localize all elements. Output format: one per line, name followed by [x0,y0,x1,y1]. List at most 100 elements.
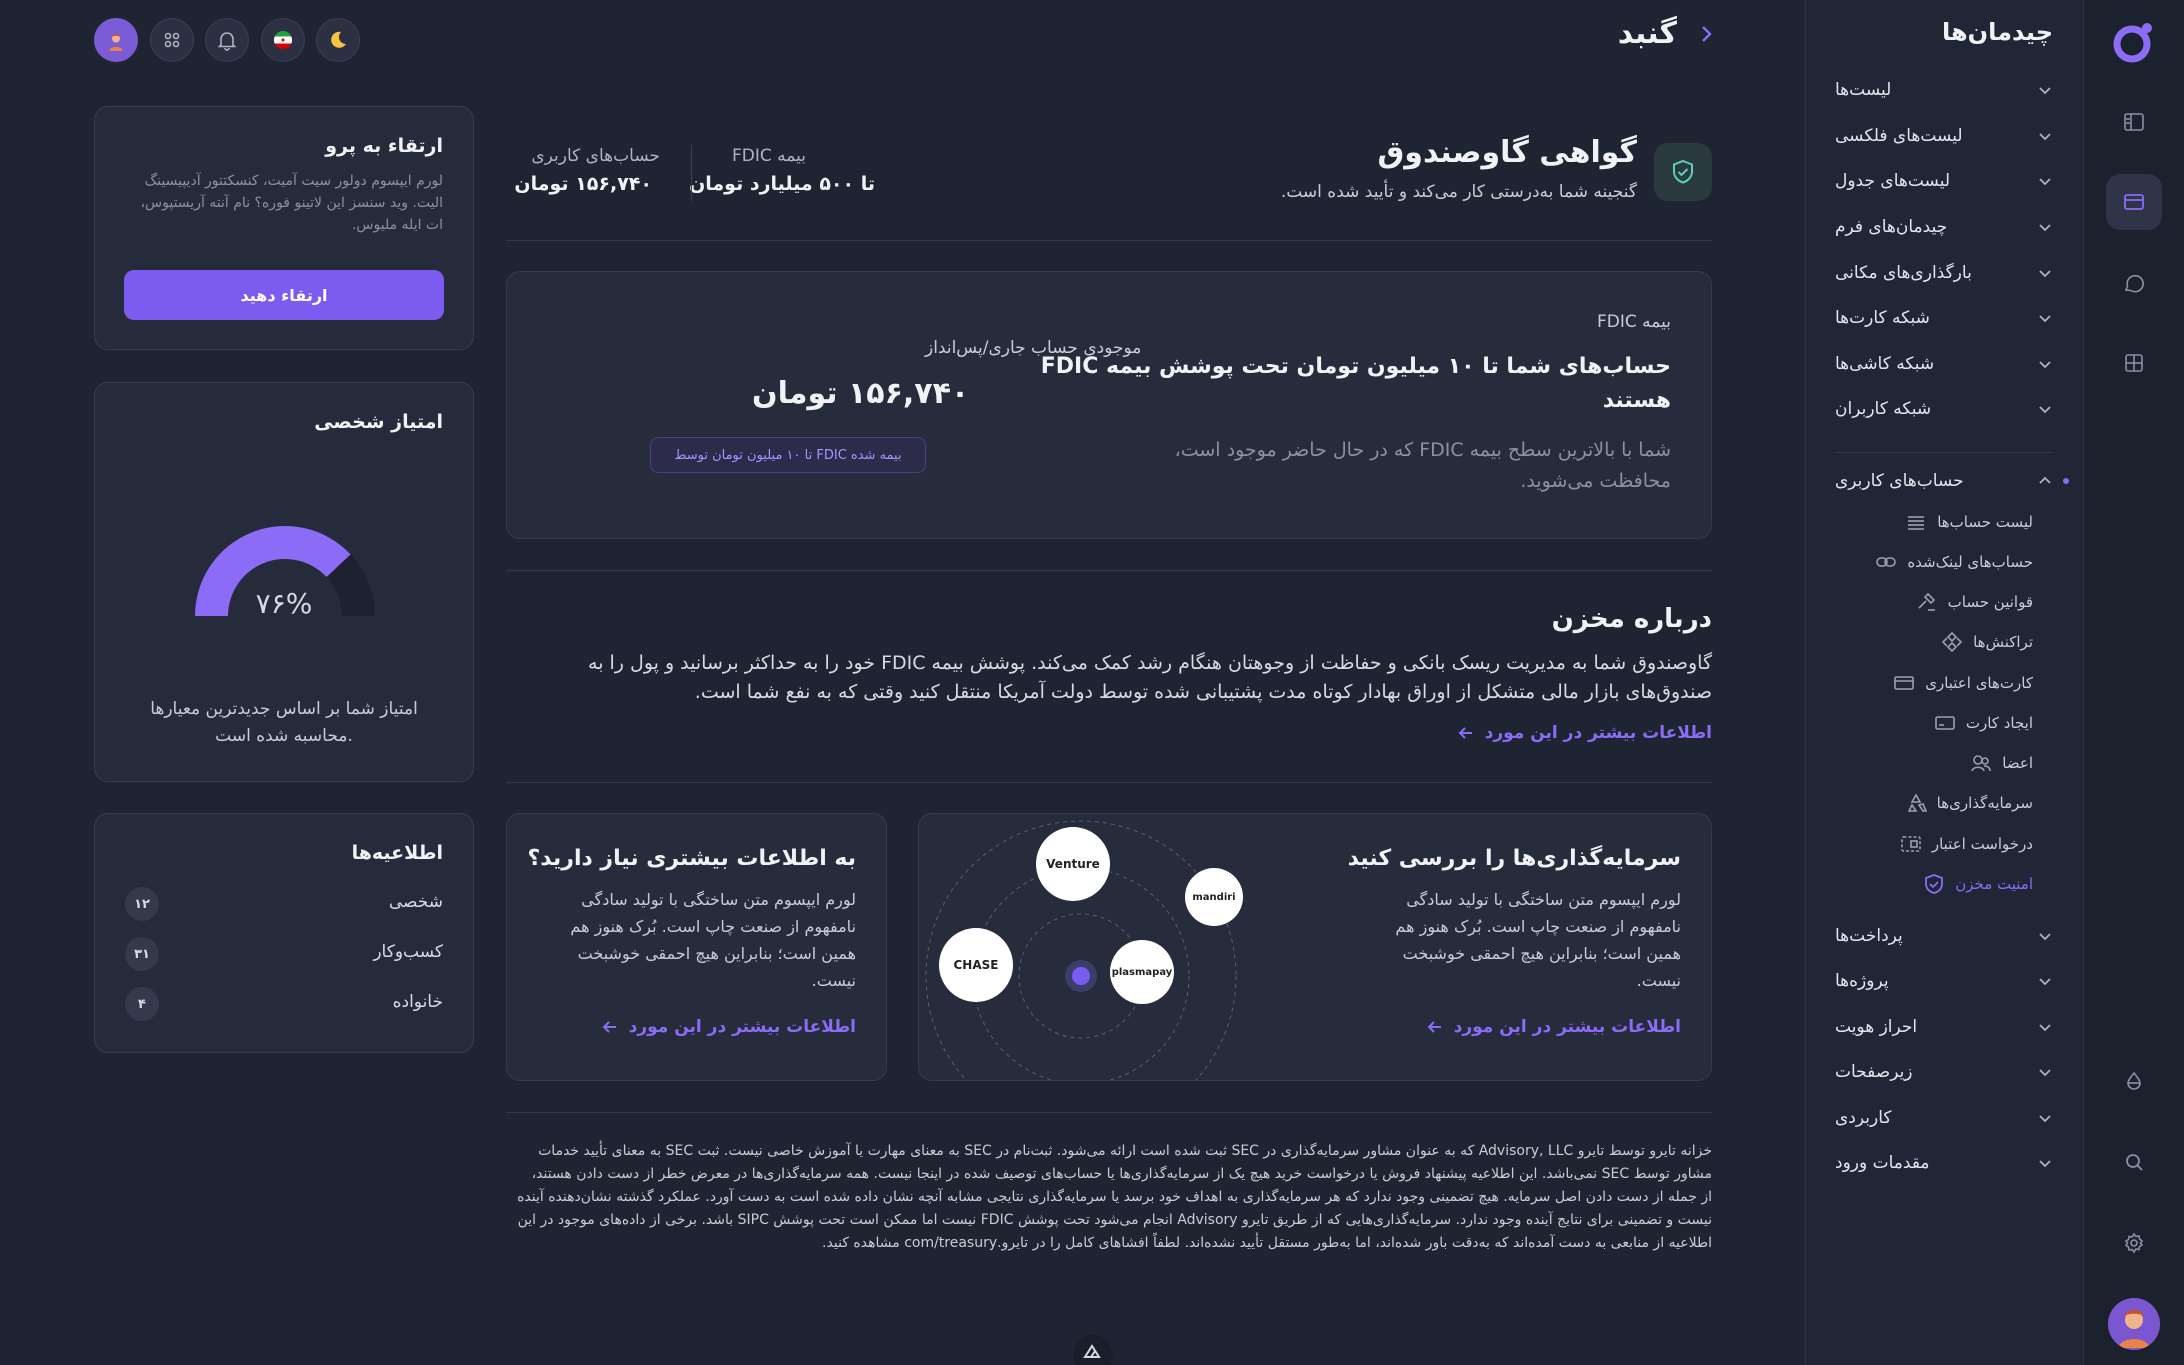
sidebar-item[interactable]: چیدمان‌های فرم [1835,207,2053,247]
sidebar-item[interactable]: کاربردی [1835,1098,2053,1138]
sidebar-subitem[interactable]: قوانین حساب [1916,587,2033,617]
sidebar-subitem[interactable]: کارت‌های اعتباری [1893,668,2033,698]
upgrade-text: الیت. وید سنسز این لاتینو فوره؟ نام آنته… [140,195,443,211]
avatar[interactable] [94,18,138,62]
search-icon[interactable] [2106,1134,2162,1190]
investments-text: همین است؛ بنابراین هیچ احمقی خوشبخت [1402,944,1681,963]
sidebar-item[interactable]: لیست‌ها [1835,70,2053,110]
credit-card-icon [1894,676,1915,690]
about-text-line1: گاوصندوق شما به مدیریت ریسک بانکی و حفاظ… [588,652,1712,674]
sidebar-item[interactable]: لیست‌های فلکسی [1835,116,2053,156]
investments-text: نامفهوم از صنعت چاپ است. بُرک هنوز هم [1395,917,1681,936]
balance-value: ۱۵۶,۷۴۰ تومان [752,376,970,411]
settings-icon[interactable] [2106,1215,2162,1271]
investments-text: نیست. [1636,971,1681,990]
fdic-insurance-label: بیمه FDIC [732,146,806,166]
logo-label: Venture [1046,857,1100,871]
moon-icon[interactable] [316,18,360,62]
upgrade-text: لورم ایپسوم دولور سیت آمیت، کنسکتتور آدی… [144,173,443,189]
certificate-subtitle: گنجینه شما به‌درستی کار می‌کند و تأیید ش… [1280,182,1637,202]
language-flag-icon[interactable] [261,18,305,62]
venture-logo: Venture [1036,827,1110,901]
fdic-desc-line2: محافظت می‌شوید. [1520,470,1671,492]
divider [506,570,1712,571]
disclaimer-text: خزانه تایرو توسط تایرو Advisory, LLC که … [538,1143,1712,1159]
upgrade-title: ارتقاء به پرو [325,135,443,157]
bottom-logo-icon [1073,1335,1113,1365]
more-info-text: همین است؛ بنابراین هیچ احمقی خوشبخت [577,944,856,963]
sidebar-title: چیدمان‌ها [1942,18,2053,46]
sidebar-divider [1835,452,2053,453]
sidebar-item[interactable]: احراز هویت [1835,1007,2053,1047]
sidebar-item[interactable]: زیرصفحات [1835,1052,2053,1092]
disclaimer-text: از جمله از دست دادن اصل سرمایه. هیچ تضمی… [517,1189,1712,1205]
upgrade-card: ارتقاء به پرو لورم ایپسوم دولور سیت آمیت… [94,106,474,350]
sidebar-subitem[interactable]: حساب‌های لینک‌شده [1875,547,2033,577]
more-info-text: نیست. [811,971,856,990]
sidebar-item[interactable]: شبکه کاربران [1835,389,2053,429]
sidebar-item[interactable]: لیست‌های جدول [1835,161,2053,201]
icon-rail [2083,0,2184,1365]
notification-label: شخصی [388,892,443,912]
sidebar-subitem[interactable]: اعضا [1970,748,2033,778]
drop-icon[interactable] [2106,1053,2162,1109]
chevron-down-icon [2039,933,2051,941]
score-title: امتیاز شخصی [314,411,443,433]
fdic-heading-line2: هستند [1602,388,1671,413]
shield-icon [1654,143,1712,201]
sidebar-subitem[interactable]: تراکنش‌ها [1941,627,2033,657]
upgrade-text: ات ایله ملیوس. [351,217,443,233]
page-header: گنبد [1618,16,1717,51]
logo-label: plasmapay [1111,966,1173,978]
sidebar-item[interactable]: مقدمات ورود [1835,1143,2053,1183]
main-content: گنبد گواهی گاوصندوق گنجینه شما به‌درستی … [0,0,1805,1365]
chevron-down-icon [2039,406,2051,414]
grid-icon[interactable] [2106,335,2162,391]
chevron-down-icon [2039,1160,2051,1168]
accounts-label: حساب‌های کاربری [531,146,660,166]
link-icon [1876,557,1897,567]
chevron-down-icon [2039,1069,2051,1077]
notification-count: ۱۲ [125,887,159,921]
sidebar-subitem[interactable]: درخواست اعتبار [1900,829,2033,859]
sidebar-subitem-vault-security[interactable]: امنیت مخزن [1923,869,2033,899]
sidebar-subitem[interactable]: ایجاد کارت [1934,708,2033,738]
investments-title: سرمایه‌گذاری‌ها را بررسی کنید [1347,846,1681,871]
upgrade-button[interactable]: ارتقاء دهید [124,270,444,320]
sidebar-subitem[interactable]: لیست حساب‌ها [1905,507,2033,537]
sidebar-item[interactable]: شبکه کارت‌ها [1835,298,2053,338]
more-info-learn-more-link[interactable]: اطلاعات بیشتر در این مورد [601,1017,856,1037]
investments-learn-more-link[interactable]: اطلاعات بیشتر در این مورد [1426,1017,1681,1037]
layout-icon[interactable] [2106,94,2162,150]
plasmapay-logo: plasmapay [1110,940,1174,1004]
user-avatar[interactable] [2108,1298,2160,1350]
logo-label: CHASE [953,958,999,972]
bell-icon[interactable] [205,18,249,62]
sidebar-item[interactable]: پرداخت‌ها [1835,916,2053,956]
fdic-insurance-value: تا ۵۰۰ میلیارد تومان [689,173,875,195]
notifications-title: اطلاعیه‌ها [351,842,443,864]
sidebar-subitem[interactable]: سرمایه‌گذاری‌ها [1905,788,2033,818]
about-learn-more-link[interactable]: اطلاعات بیشتر در این مورد [1457,723,1712,743]
more-info-card: به اطلاعات بیشتری نیاز دارید؟ لورم ایپسو… [506,813,887,1081]
fdic-desc-line1: شما با بالاترین سطح بیمه FDIC که در حال … [1174,439,1671,461]
more-info-title: به اطلاعات بیشتری نیاز دارید؟ [527,846,856,871]
chat-icon[interactable] [2106,255,2162,311]
score-desc: محاسبه شده است. [215,726,353,746]
sidebar-group-accounts[interactable]: حساب‌های کاربری [1835,461,2053,501]
notification-label: خانواده [392,992,443,1012]
logo-icon[interactable] [2110,18,2158,66]
sidebar-item[interactable]: پروژه‌ها [1835,961,2053,1001]
apps-icon[interactable] [150,18,194,62]
members-icon [1971,755,1992,772]
transactions-icon [1941,631,1963,653]
notification-count: ۳۱ [125,937,159,971]
sidebar-item[interactable]: بارگذاری‌های مکانی [1835,253,2053,293]
mandiri-logo: mandiri [1185,868,1243,926]
chevron-down-icon [2039,1115,2051,1123]
logo-label: mandiri [1192,891,1236,903]
sidebar-item[interactable]: شبکه کاشی‌ها [1835,344,2053,384]
investments-text: لورم ایپسوم متن ساختگی با تولید سادگی [1406,890,1681,909]
card-icon[interactable] [2106,174,2162,230]
chevron-right-icon[interactable] [1695,23,1717,45]
